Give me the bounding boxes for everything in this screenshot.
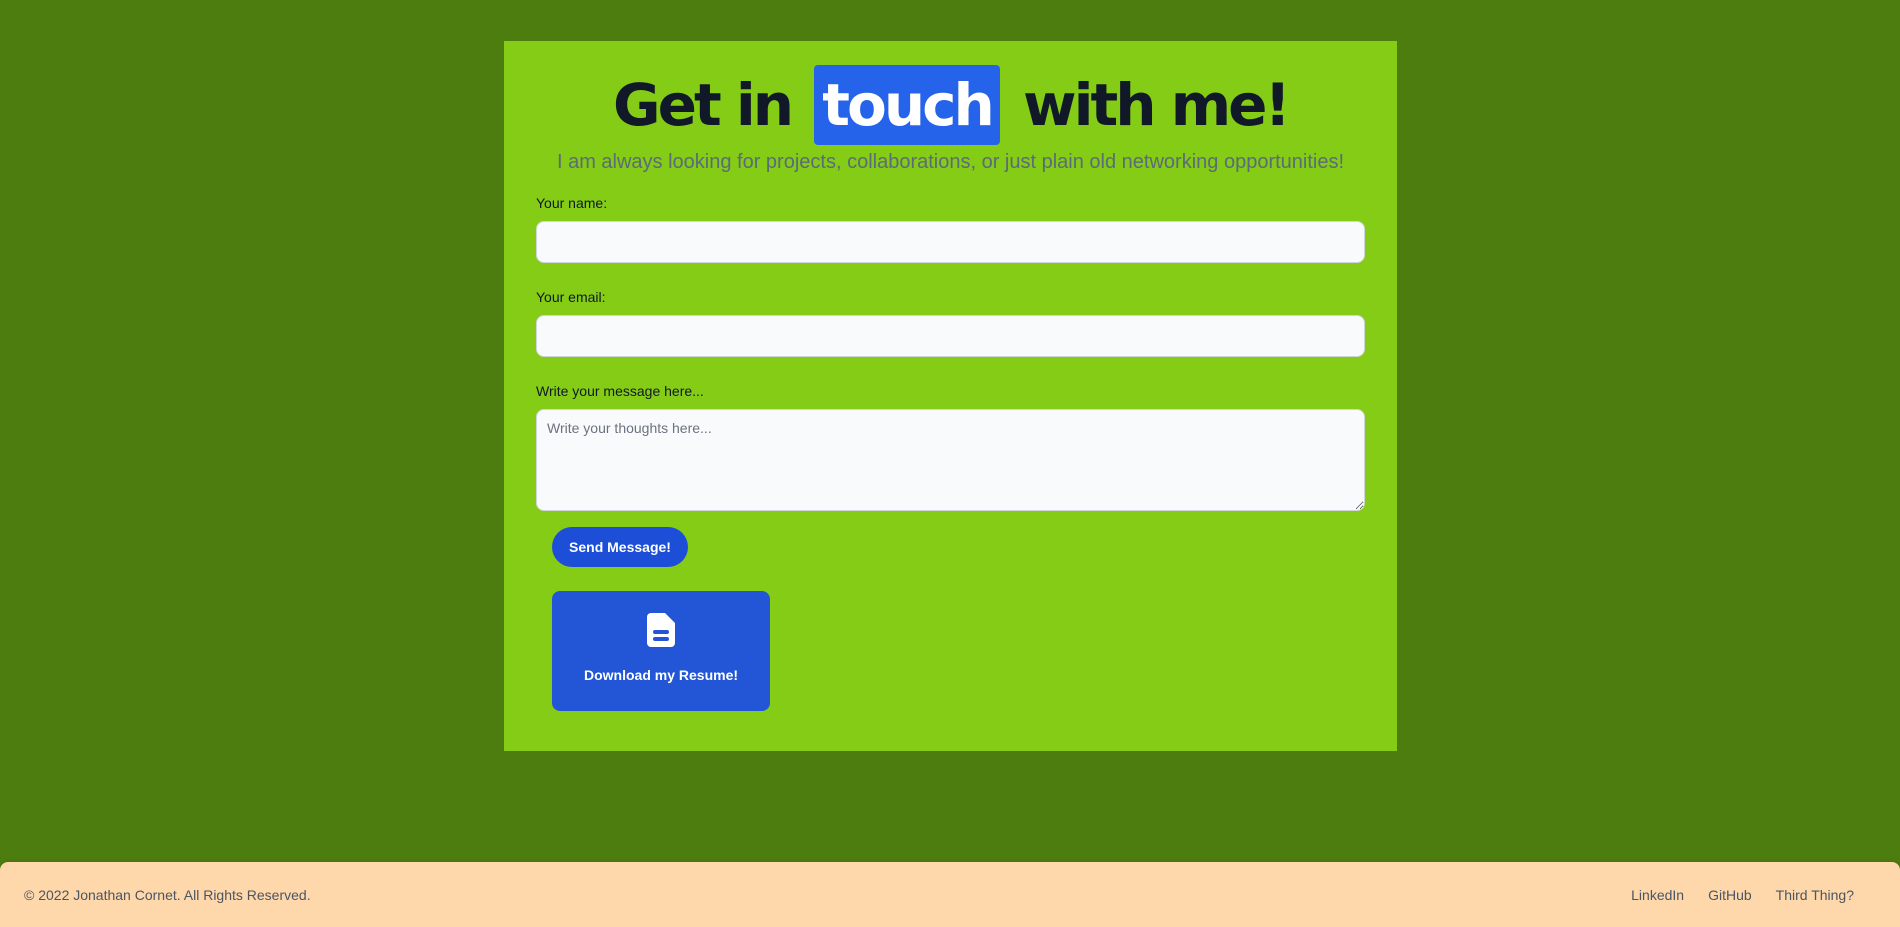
name-input[interactable] [536, 221, 1365, 263]
footer-link-github[interactable]: GitHub [1708, 887, 1752, 903]
send-message-button[interactable]: Send Message! [552, 527, 688, 567]
page-subtitle: I am always looking for projects, collab… [556, 151, 1345, 173]
heading-text-end: with me! [1023, 71, 1291, 139]
copyright-text: © 2022 Jonathan Cornet. All Rights Reser… [24, 887, 311, 903]
document-icon [647, 613, 675, 647]
email-input[interactable] [536, 315, 1365, 357]
footer-link-linkedin[interactable]: LinkedIn [1631, 887, 1684, 903]
footer-links: LinkedIn GitHub Third Thing? [1631, 887, 1854, 903]
footer: © 2022 Jonathan Cornet. All Rights Reser… [0, 862, 1900, 927]
email-label: Your email: [536, 289, 606, 305]
contact-card: Get in touch with me! I am always lookin… [504, 41, 1397, 751]
name-label: Your name: [536, 195, 608, 211]
message-label: Write your message here... [536, 383, 704, 399]
download-resume-button[interactable]: Download my Resume! [552, 591, 770, 711]
heading-text-start: Get in [613, 71, 794, 139]
heading-highlight: touch [814, 65, 1000, 145]
message-textarea[interactable] [536, 409, 1365, 511]
page-title: Get in touch with me! [504, 65, 1397, 145]
download-resume-label: Download my Resume! [583, 667, 739, 683]
footer-link-third-thing[interactable]: Third Thing? [1776, 887, 1854, 903]
